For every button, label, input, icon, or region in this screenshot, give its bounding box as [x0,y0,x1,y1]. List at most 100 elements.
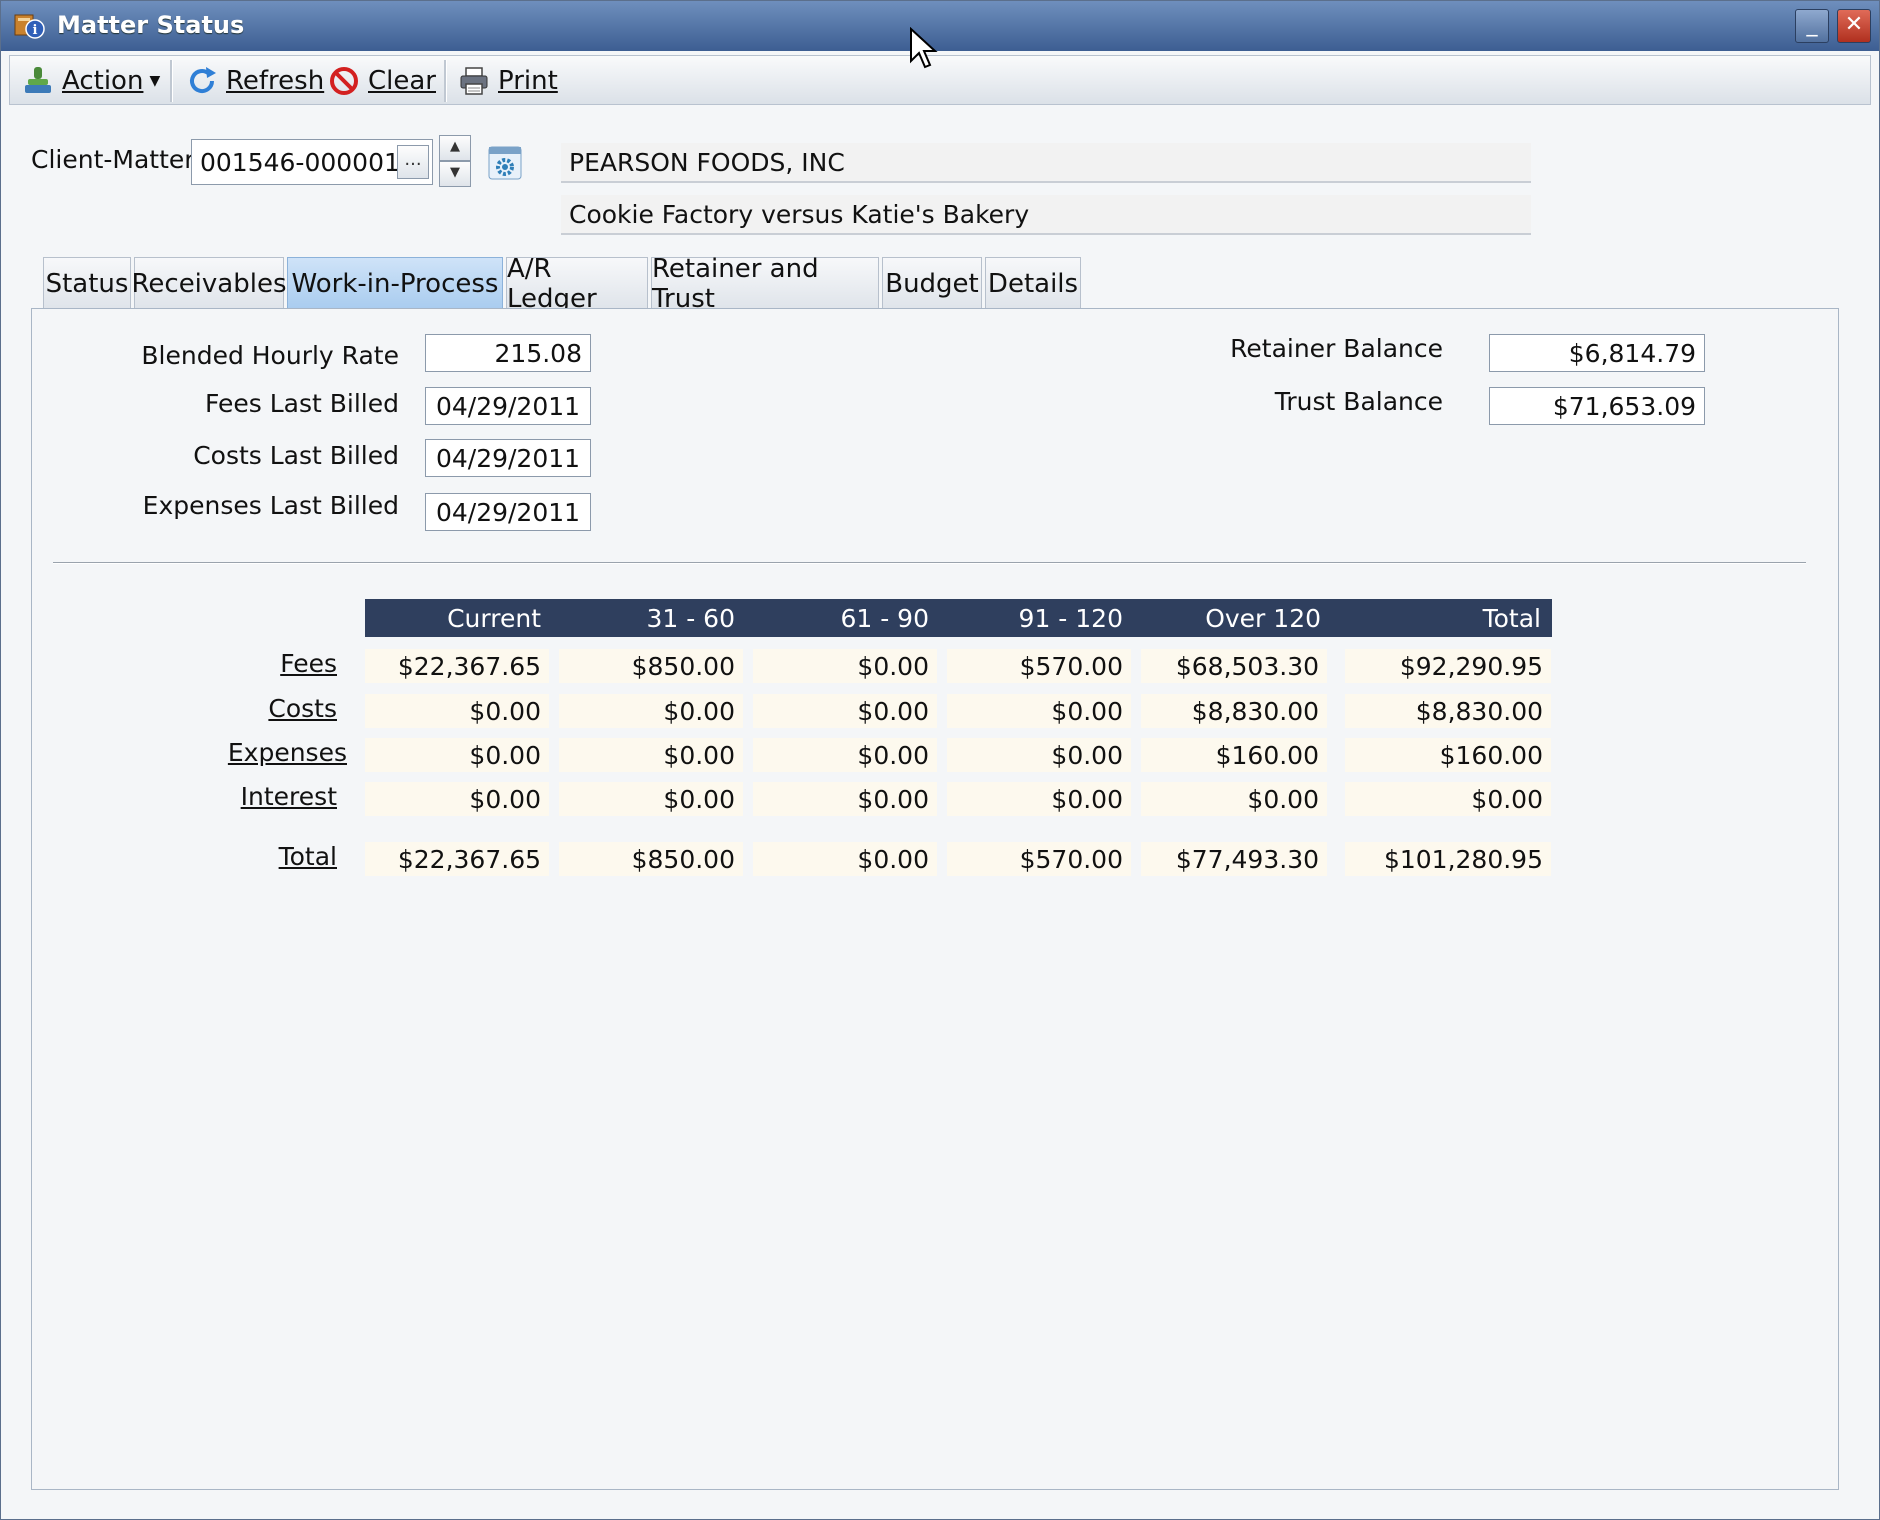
aging-cell: $0.00 [365,694,549,728]
svg-text:i: i [33,23,38,38]
aging-cell: $0.00 [947,738,1131,772]
refresh-button[interactable]: Refresh [186,64,324,98]
scroll-up-button[interactable]: ▲ [439,135,471,161]
clear-button[interactable]: Clear [328,64,436,98]
toolbar-separator [170,60,173,102]
aging-total-cell: $101,280.95 [1345,842,1551,876]
work-in-process-panel [31,308,1839,1490]
aging-cell: $0.00 [559,694,743,728]
action-label: Action [62,66,144,96]
aging-cell: $570.00 [947,649,1131,683]
blended-rate-field: 215.08 [425,334,591,372]
aging-cell: $0.00 [753,649,937,683]
tab-work-in-process[interactable]: Work-in-Process [287,257,503,309]
aging-total-cell: $77,493.30 [1141,842,1327,876]
refresh-icon [190,67,216,94]
toolbar-separator [444,60,447,102]
expenses-last-billed-label: Expenses Last Billed [142,491,399,520]
tab-budget[interactable]: Budget [882,257,982,309]
aging-cell: $8,830.00 [1141,694,1327,728]
matter-status-icon: i [14,14,45,39]
trust-balance-label: Trust Balance [1274,387,1443,416]
trust-balance-field: $71,653.09 [1489,387,1705,425]
tab-receivables[interactable]: Receivables [132,257,287,309]
refresh-label: Refresh [226,66,325,96]
action-menu-button[interactable]: Action ▼ [22,64,160,98]
aging-cell: $8,830.00 [1345,694,1551,728]
tab-details[interactable]: Details [985,257,1081,309]
chevron-down-icon: ▼ [450,165,460,180]
stamp-icon [25,67,51,93]
chevron-down-icon: ▼ [149,73,161,89]
column-header-31-60: 31 - 60 [646,603,735,633]
row-label-interest[interactable]: Interest [201,782,337,811]
chevron-up-icon: ▲ [450,139,460,154]
matter-name-field: Cookie Factory versus Katie's Bakery [561,195,1531,235]
window-title: Matter Status [57,11,245,39]
aging-total-cell: $570.00 [947,842,1131,876]
aging-cell: $0.00 [753,694,937,728]
column-header-over-120: Over 120 [1205,603,1321,633]
tab-ar-ledger[interactable]: A/R Ledger [506,254,648,314]
aging-cell: $0.00 [559,738,743,772]
matter-name-value: Cookie Factory versus Katie's Bakery [569,199,1030,229]
aging-cell: $92,290.95 [1345,649,1551,683]
client-name-field: PEARSON FOODS, INC [561,143,1531,183]
column-header-current: Current [447,603,541,633]
column-header-61-90: 61 - 90 [840,603,929,633]
matter-status-window: i Matter Status _ ✕ Action ▼ Refresh Cle… [0,0,1880,1520]
aging-cell: $0.00 [1345,782,1551,816]
printer-icon [460,67,488,95]
tab-status[interactable]: Status [43,257,131,309]
aging-cell: $0.00 [947,782,1131,816]
prohibited-icon [330,67,358,95]
retainer-balance-field: $6,814.79 [1489,334,1705,372]
close-button[interactable]: ✕ [1837,9,1871,43]
aging-cell: $0.00 [559,782,743,816]
gear-icon[interactable] [487,145,523,181]
trust-balance-value: $71,653.09 [1552,391,1696,421]
expenses-last-billed-value: 04/29/2011 [435,497,581,527]
retainer-balance-label: Retainer Balance [1230,334,1443,363]
fees-last-billed-field: 04/29/2011 [425,387,591,425]
aging-grid-header: Current 31 - 60 61 - 90 91 - 120 Over 12… [365,599,1552,637]
fees-last-billed-value: 04/29/2011 [435,391,581,421]
aging-total-cell: $0.00 [753,842,937,876]
scroll-down-button[interactable]: ▼ [439,161,471,187]
aging-cell: $0.00 [753,782,937,816]
row-label-expenses[interactable]: Expenses [201,738,347,767]
client-matter-value: 001546-000001 [200,147,400,177]
expenses-last-billed-field: 04/29/2011 [425,493,591,531]
clear-label: Clear [368,66,436,96]
blended-rate-label: Blended Hourly Rate [141,341,399,370]
tab-retainer-and-trust[interactable]: Retainer and Trust [651,254,879,314]
minimize-button[interactable]: _ [1795,9,1829,43]
aging-cell: $0.00 [947,694,1131,728]
aging-cell: $160.00 [1345,738,1551,772]
costs-last-billed-label: Costs Last Billed [193,441,399,470]
section-divider [53,562,1806,564]
aging-cell: $850.00 [559,649,743,683]
client-matter-browse-button[interactable]: ... [397,145,429,179]
title-bar[interactable]: i Matter Status _ ✕ [1,1,1879,51]
row-label-fees[interactable]: Fees [201,649,337,678]
aging-total-cell: $22,367.65 [365,842,549,876]
blended-rate-value: 215.08 [494,338,582,368]
aging-cell: $0.00 [365,782,549,816]
row-label-costs[interactable]: Costs [201,694,337,723]
client-matter-label: Client-Matter [31,145,195,174]
row-label-total[interactable]: Total [201,842,337,871]
column-header-91-120: 91 - 120 [1018,603,1123,633]
client-name-value: PEARSON FOODS, INC [569,147,845,177]
costs-last-billed-value: 04/29/2011 [435,443,581,473]
print-button[interactable]: Print [458,64,558,98]
column-header-total: Total [1482,603,1541,633]
print-label: Print [498,66,558,96]
retainer-balance-value: $6,814.79 [1568,338,1696,368]
aging-total-cell: $850.00 [559,842,743,876]
aging-cell: $0.00 [365,738,549,772]
aging-cell: $22,367.65 [365,649,549,683]
aging-cell: $68,503.30 [1141,649,1327,683]
aging-cell: $0.00 [1141,782,1327,816]
mouse-cursor-icon [910,27,938,69]
